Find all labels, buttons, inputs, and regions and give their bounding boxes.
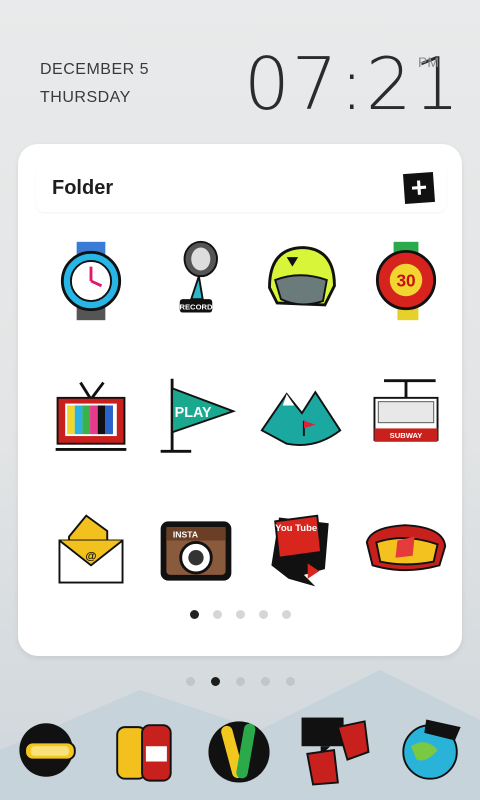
folder-page-dot-2[interactable] [212,610,222,619]
home-page-dot-1[interactable] [185,677,195,686]
tv-icon [55,381,127,451]
folder-header: Folder + [36,164,446,212]
backpack-icon [116,724,172,782]
app-mail[interactable]: @ [46,506,136,596]
chat-gloves-icon [301,717,370,786]
dock-app-5[interactable] [386,706,476,796]
dock-app-1[interactable] [4,706,94,796]
skier-avatar-icon [19,723,76,777]
play-flag-icon: PLAY [160,378,237,453]
globe-hat-icon [402,719,461,780]
app-goggles[interactable] [361,506,451,596]
folder-page-dot-5[interactable] [281,610,291,619]
dock [0,706,480,800]
subway-label: SUBWAY [390,431,423,440]
app-tv[interactable] [46,371,136,461]
home-page-dot-2[interactable] [210,677,220,686]
app-youtube[interactable]: You Tube [256,506,346,596]
clock-ampm: PM [418,54,439,70]
add-app-button[interactable]: + [402,171,436,205]
snowboards-icon [208,721,270,783]
folder-title[interactable]: Folder [52,177,113,200]
calendar-watch-icon: 30 [375,241,437,321]
youtube-label: You Tube [275,523,317,534]
home-page-dot-4[interactable] [260,677,270,686]
dock-app-3[interactable] [194,706,284,796]
app-subway[interactable]: SUBWAY [361,371,451,461]
subway-lift-icon: SUBWAY [373,379,439,442]
watch-icon [60,241,122,321]
svg-text:@: @ [85,551,96,563]
home-page-indicator [0,677,480,686]
calendar-date-label: 30 [396,271,415,291]
microphone-icon: RECORD [179,240,218,313]
app-record[interactable]: RECORD [151,236,241,326]
app-helmet[interactable] [256,236,346,326]
folder-page-indicator [18,610,462,619]
goggles-icon [365,524,447,572]
mail-icon: @ [58,514,124,584]
home-page-dot-3[interactable] [235,677,245,686]
instagram-icon: INSTA [160,521,232,581]
weekday-text: THURSDAY [40,89,131,106]
record-label: RECORD [179,303,213,312]
app-watch[interactable] [46,236,136,326]
app-play[interactable]: PLAY [151,371,241,461]
folder-page-dot-1[interactable] [189,610,199,619]
mountain-flag-icon [260,390,342,446]
dock-app-4[interactable] [290,706,380,796]
app-instagram[interactable]: INSTA [151,506,241,596]
app-mountain[interactable] [256,371,346,461]
date-widget[interactable]: DECEMBER 5 THURSDAY [40,56,149,112]
youtube-icon: You Tube [271,514,329,587]
folder-panel: Folder + RECORD 30 PLAY SUBWAY @ INSTA Y… [18,144,462,656]
folder-app-grid: RECORD 30 PLAY SUBWAY @ INSTA You Tube [36,236,447,596]
play-label: PLAY [175,405,212,421]
plus-icon: + [409,171,429,204]
insta-label: INSTA [173,530,198,540]
app-calendar[interactable]: 30 [361,236,451,326]
folder-page-dot-3[interactable] [235,610,245,619]
date-text: DECEMBER 5 [40,61,150,78]
home-page-dot-5[interactable] [285,677,295,686]
folder-page-dot-4[interactable] [258,610,268,619]
helmet-icon [268,246,336,307]
dock-app-2[interactable] [98,706,188,796]
